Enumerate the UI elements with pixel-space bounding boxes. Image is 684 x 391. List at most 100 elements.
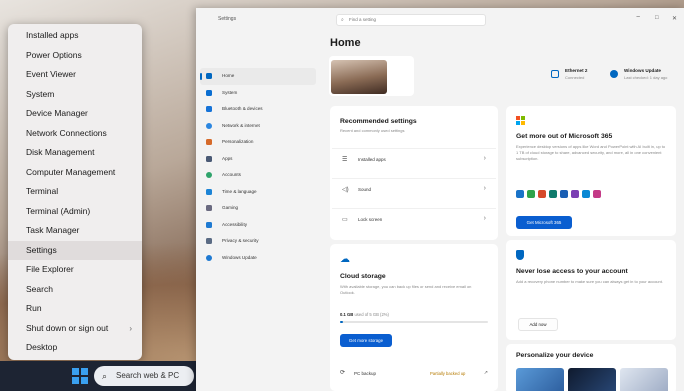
account-access-card: Never lose access to your account Add a … bbox=[506, 240, 676, 340]
menu-item-file-explorer[interactable]: File Explorer bbox=[8, 260, 142, 280]
access-description: Add a recovery phone number to make sure… bbox=[516, 279, 663, 284]
rec-row-label: Installed apps bbox=[358, 157, 386, 162]
menu-item-label: Network Connections bbox=[26, 127, 107, 138]
personalize-card: Personalize your device bbox=[506, 344, 676, 391]
nav-item-accounts[interactable]: Accounts bbox=[196, 167, 320, 184]
nav-item-network[interactable]: Network & internet bbox=[196, 118, 320, 135]
minimize-icon[interactable]: − bbox=[636, 14, 640, 21]
nav-item-apps[interactable]: Apps bbox=[196, 151, 320, 168]
shield-icon bbox=[516, 250, 524, 260]
get-microsoft-365-button[interactable]: Get Microsoft 365 bbox=[516, 216, 572, 229]
ms365-title: Get more out of Microsoft 365 bbox=[516, 133, 613, 140]
nav-item-accessibility[interactable]: Accessibility bbox=[196, 217, 320, 234]
nav-item-system[interactable]: System bbox=[196, 85, 320, 102]
menu-item-label: Terminal bbox=[26, 186, 59, 196]
search-placeholder: Find a setting bbox=[349, 17, 377, 22]
microsoft-365-card: Get more out of Microsoft 365 Experience… bbox=[506, 106, 676, 236]
nav-item-gaming[interactable]: Gaming bbox=[196, 200, 320, 217]
shield-icon bbox=[206, 238, 212, 244]
pc-backup-label: PC backup bbox=[354, 371, 377, 376]
menu-item-label: Power Options bbox=[26, 49, 82, 60]
nav-item-privacy[interactable]: Privacy & security bbox=[196, 233, 320, 250]
nav-item-home[interactable]: Home bbox=[200, 68, 316, 85]
nav-item-windows-update[interactable]: Windows Update bbox=[196, 250, 320, 267]
external-link-icon: ↗ bbox=[483, 370, 488, 376]
ms365-app-icon bbox=[582, 190, 590, 198]
wallpaper-option[interactable] bbox=[568, 368, 616, 391]
nav-item-time-language[interactable]: Time & language bbox=[196, 184, 320, 201]
ms365-description: Experience desktop versions of apps like… bbox=[516, 144, 666, 161]
menu-item-task-manager[interactable]: Task Manager bbox=[8, 221, 142, 241]
ms365-app-icon bbox=[593, 190, 601, 198]
nav-label: Accounts bbox=[222, 172, 241, 177]
nav-label: Accessibility bbox=[222, 221, 248, 227]
rec-row-label: Lock screen bbox=[358, 217, 383, 222]
menu-item-disk-management[interactable]: Disk Management bbox=[8, 143, 142, 163]
nav-label: Privacy & security bbox=[222, 238, 259, 243]
pc-backup-row[interactable]: ⟳ PC backup Partially backed up ↗ bbox=[340, 369, 488, 381]
menu-item-run[interactable]: Run bbox=[8, 299, 142, 319]
maximize-icon[interactable]: □ bbox=[655, 15, 659, 21]
windows-logo-icon[interactable] bbox=[72, 368, 88, 384]
nav-label: Bluetooth & devices bbox=[222, 106, 263, 111]
device-wallpaper-thumbnail bbox=[331, 60, 387, 94]
nav-label: Apps bbox=[222, 155, 233, 161]
menu-item-desktop[interactable]: Desktop bbox=[8, 338, 142, 358]
cloud-usage-fill bbox=[340, 321, 343, 323]
ethernet-subtitle: Connected bbox=[565, 75, 585, 80]
taskbar-search-box[interactable]: ⌕ Search web & PC bbox=[94, 366, 194, 386]
network-icon bbox=[206, 122, 212, 129]
menu-item-device-manager[interactable]: Device Manager bbox=[8, 104, 142, 124]
settings-nav: Home System Bluetooth & devices Network … bbox=[196, 68, 320, 266]
close-icon[interactable]: ✕ bbox=[672, 15, 677, 22]
menu-item-event-viewer[interactable]: Event Viewer bbox=[8, 65, 142, 85]
menu-item-search[interactable]: Search bbox=[8, 280, 142, 300]
settings-search-input[interactable]: ⌕ Find a setting bbox=[336, 14, 486, 26]
rec-row-lock-screen[interactable]: ▭ Lock screen › bbox=[332, 208, 496, 230]
rec-row-sound[interactable]: ◁) Sound › bbox=[332, 178, 496, 200]
menu-item-computer-management[interactable]: Computer Management bbox=[8, 163, 142, 183]
nav-label: Gaming bbox=[222, 205, 239, 210]
ethernet-title: Ethernet 2 bbox=[565, 68, 588, 73]
menu-item-installed-apps[interactable]: Installed apps bbox=[8, 26, 142, 46]
nav-item-personalization[interactable]: Personalization bbox=[196, 134, 320, 151]
nav-item-bluetooth[interactable]: Bluetooth & devices bbox=[196, 101, 320, 118]
nav-label: Personalization bbox=[222, 139, 254, 144]
menu-item-label: Event Viewer bbox=[26, 69, 76, 79]
menu-item-settings[interactable]: Settings bbox=[8, 240, 142, 260]
menu-item-label: Disk Management bbox=[26, 147, 95, 157]
cloud-description: With available storage, you can back up … bbox=[340, 284, 472, 295]
recommended-settings-card: Recommended settings Recent and commonly… bbox=[330, 106, 498, 240]
globe-icon bbox=[206, 188, 212, 195]
menu-item-label: Terminal (Admin) bbox=[26, 205, 91, 216]
ms365-app-icon bbox=[527, 190, 535, 198]
cloud-title: Cloud storage bbox=[340, 273, 386, 280]
update-subtitle: Last checked: 1 day ago bbox=[624, 75, 668, 80]
microsoft-logo-icon bbox=[516, 116, 525, 125]
recommended-subtitle: Recent and commonly used settings bbox=[340, 128, 405, 133]
home-icon bbox=[206, 73, 212, 79]
get-more-storage-button[interactable]: Get more storage bbox=[340, 334, 392, 347]
menu-item-power-options[interactable]: Power Options bbox=[8, 46, 142, 66]
sound-icon: ◁) bbox=[342, 187, 349, 193]
menu-item-label: System bbox=[26, 88, 55, 99]
ms365-app-icon bbox=[560, 190, 568, 198]
personalize-title: Personalize your device bbox=[516, 352, 594, 359]
ethernet-icon bbox=[551, 70, 559, 78]
window-title: Settings bbox=[218, 16, 237, 22]
wallpaper-option[interactable] bbox=[516, 368, 564, 391]
accessibility-icon bbox=[206, 221, 212, 228]
lock-screen-icon: ▭ bbox=[342, 217, 348, 223]
menu-item-system[interactable]: System bbox=[8, 85, 142, 105]
cloud-usage-text: 0.1 GB used of 5 GB (2%) bbox=[340, 312, 389, 317]
menu-item-terminal-admin[interactable]: Terminal (Admin) bbox=[8, 202, 142, 222]
cloud-usage-rest: used of 5 GB (2%) bbox=[354, 312, 389, 317]
add-now-button[interactable]: Add now bbox=[518, 318, 558, 331]
search-icon: ⌕ bbox=[341, 17, 344, 23]
menu-item-terminal[interactable]: Terminal bbox=[8, 182, 142, 202]
rec-row-installed-apps[interactable]: ☰ Installed apps › bbox=[332, 148, 496, 170]
menu-item-network-connections[interactable]: Network Connections bbox=[8, 124, 142, 144]
menu-item-shut-down-or-sign-out[interactable]: Shut down or sign out › bbox=[8, 319, 142, 339]
menu-item-label: Computer Management bbox=[26, 166, 116, 177]
wallpaper-option[interactable] bbox=[620, 368, 668, 391]
